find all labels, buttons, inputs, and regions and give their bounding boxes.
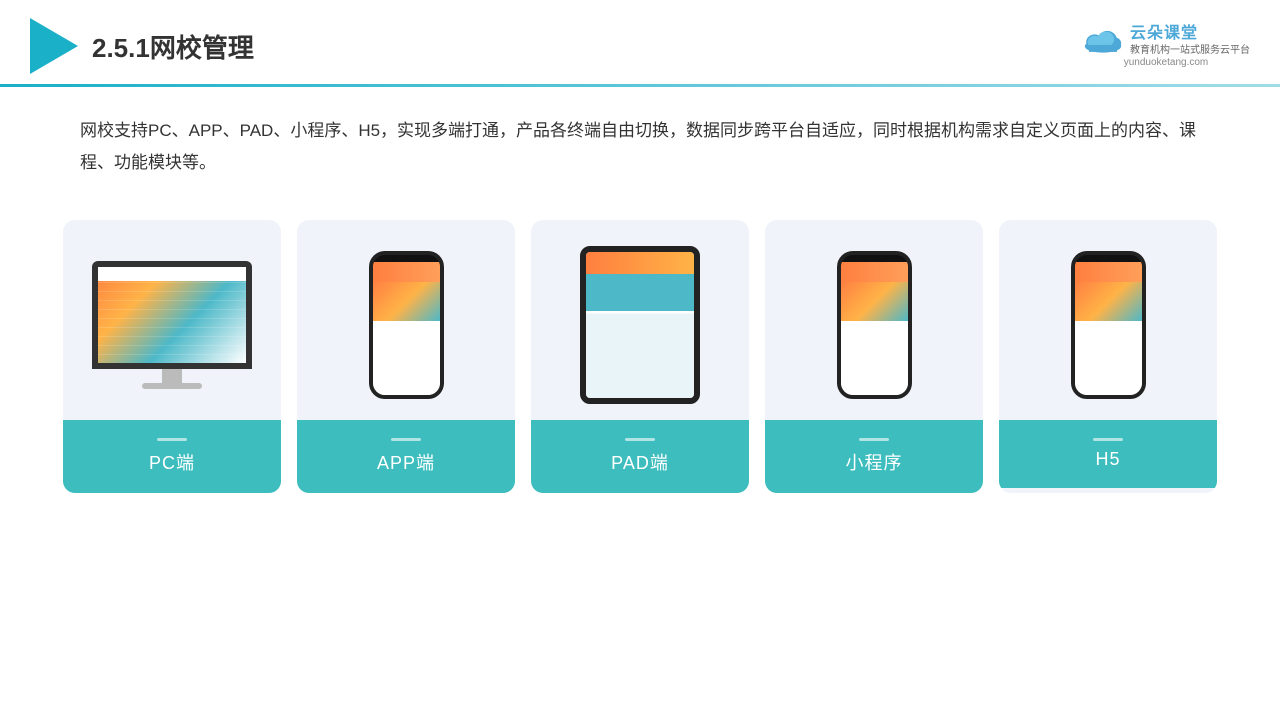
phone-screen-inner-3 [1075,282,1142,395]
phone-screen-2 [841,262,908,395]
header-right: 云朵课堂 教育机构一站式服务云平台 yunduoketang.com [1082,24,1250,69]
logo-triangle-icon [30,18,78,74]
monitor-body [92,261,252,369]
description-text: 网校支持PC、APP、PAD、小程序、H5，实现多端打通，产品各终端自由切换，数… [0,87,1280,180]
monitor-base [142,383,202,389]
miniapp-card-label: 小程序 [765,420,983,493]
app-card-label: APP端 [297,420,515,493]
card-label-line-4 [859,438,889,441]
pad-card-image [531,220,749,420]
card-label-line [157,438,187,441]
brand-text: 云朵课堂 教育机构一站式服务云平台 [1130,24,1250,58]
app-label-text: APP端 [377,453,435,473]
h5-card-image [999,220,1217,420]
brand-url: yunduoketang.com [1124,57,1209,68]
monitor-stand [162,369,182,383]
miniapp-phone-mockup [837,251,912,399]
h5-label-text: H5 [1095,449,1120,469]
app-card-image [297,220,515,420]
tablet-screen [586,252,694,398]
phone-notch [392,255,420,262]
miniapp-card: 小程序 [765,220,983,493]
card-label-line-5 [1093,438,1123,441]
pc-label-text: PC端 [149,453,195,473]
pad-label-text: PAD端 [611,453,669,473]
phone-notch-3 [1094,255,1122,262]
monitor-screen [98,267,246,363]
phone-screen-inner [373,282,440,395]
h5-card: H5 [999,220,1217,493]
pad-card: PAD端 [531,220,749,493]
app-phone-mockup [369,251,444,399]
phone-notch-2 [860,255,888,262]
brand-tagline: 教育机构一站式服务云平台 [1130,44,1250,57]
brand-name: 云朵课堂 [1130,24,1250,45]
h5-phone-mockup [1071,251,1146,399]
miniapp-label-text: 小程序 [846,453,903,473]
h5-card-label: H5 [999,420,1217,488]
card-label-line-2 [391,438,421,441]
phone-screen [373,262,440,395]
phone-screen-3 [1075,262,1142,395]
page-title: 2.5.1网校管理 [92,28,254,65]
cards-container: PC端 APP端 PAD端 [0,190,1280,493]
pc-card: PC端 [63,220,281,493]
tablet-mockup [580,246,700,404]
card-label-line-3 [625,438,655,441]
header: 2.5.1网校管理 云朵课堂 教育机构一站式服务云平台 yunduoketang… [0,0,1280,74]
pc-card-label: PC端 [63,420,281,493]
header-left: 2.5.1网校管理 [30,18,254,74]
app-card: APP端 [297,220,515,493]
cloud-icon [1082,26,1124,54]
miniapp-card-image [765,220,983,420]
pc-monitor-mockup [92,261,252,389]
pad-card-label: PAD端 [531,420,749,493]
brand-logo: 云朵课堂 教育机构一站式服务云平台 [1082,24,1250,58]
pc-card-image [63,220,281,420]
phone-screen-inner-2 [841,282,908,395]
